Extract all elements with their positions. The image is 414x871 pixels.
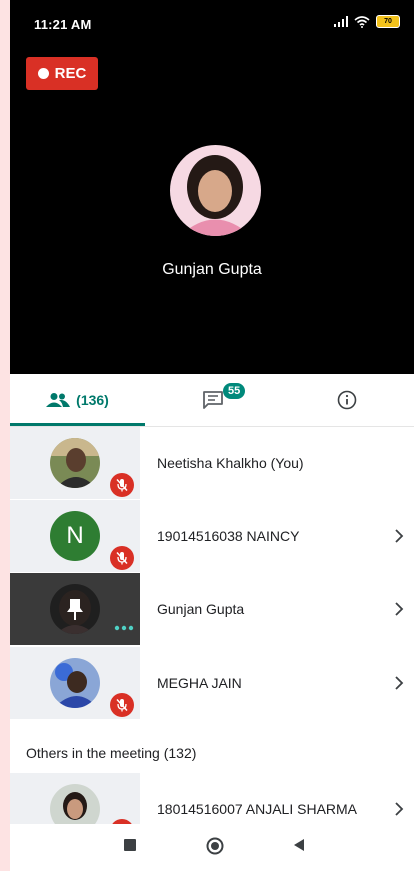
participant-thumb [10, 573, 140, 645]
mic-off-icon [110, 693, 134, 717]
participant-row[interactable]: Neetisha Khalkho (You) [10, 427, 414, 499]
participant-name: Gunjan Gupta [157, 601, 245, 617]
system-nav-bar [10, 824, 414, 871]
avatar: N [50, 511, 100, 561]
tab-people[interactable]: (136) [10, 374, 145, 426]
participant-name: 19014516038 NAINCY [157, 528, 300, 544]
people-icon [46, 393, 71, 407]
wifi-icon [354, 15, 370, 28]
signal-icon [334, 16, 348, 27]
system-icons: 70 [334, 15, 400, 28]
participant-thumb [10, 427, 140, 499]
speaker-name: Gunjan Gupta [162, 261, 262, 278]
participant-row[interactable]: N 19014516038 NAINCY [10, 500, 414, 572]
video-area: 11:21 AM 70 REC Gunjan Gupta [10, 0, 414, 374]
people-count: (136) [76, 392, 109, 408]
tab-info[interactable] [280, 374, 414, 426]
avatar [50, 438, 100, 488]
rec-label: REC [54, 65, 87, 82]
battery-icon: 70 [376, 15, 400, 28]
chevron-right-icon[interactable] [394, 500, 404, 572]
others-section-title: Others in the meeting (132) [26, 745, 197, 761]
participant-row[interactable]: Gunjan Gupta [10, 573, 414, 645]
recent-apps-button[interactable] [123, 838, 137, 852]
pin-icon [67, 599, 83, 620]
mic-off-icon [110, 473, 134, 497]
back-button[interactable] [292, 838, 306, 852]
avatar [50, 658, 100, 708]
chevron-right-icon[interactable] [394, 573, 404, 645]
participant-name: Neetisha Khalkho (You) [157, 455, 304, 471]
home-button[interactable] [206, 837, 224, 855]
avatar-initial: N [66, 522, 84, 549]
speaker-avatar [170, 145, 261, 236]
chat-badge: 55 [223, 383, 246, 399]
participant-row[interactable]: MEGHA JAIN [10, 647, 414, 719]
chevron-right-icon[interactable] [394, 647, 404, 719]
phone-screen: 11:21 AM 70 REC Gunjan Gupta (136) 55 Ne… [10, 0, 414, 871]
participant-thumb: N [10, 500, 140, 572]
chat-icon [202, 391, 223, 409]
mic-off-icon [110, 546, 134, 570]
tab-bar: (136) 55 [10, 374, 414, 427]
rec-indicator: REC [26, 57, 98, 90]
status-bar: 11:21 AM 70 [10, 0, 414, 48]
status-time: 11:21 AM [34, 17, 92, 32]
record-dot-icon [37, 68, 49, 79]
participant-name: MEGHA JAIN [157, 675, 242, 691]
participant-thumb [10, 647, 140, 719]
tab-indicator [10, 423, 145, 426]
info-icon [337, 390, 357, 410]
more-icon[interactable] [114, 625, 134, 631]
tab-chat[interactable]: 55 [145, 374, 280, 426]
